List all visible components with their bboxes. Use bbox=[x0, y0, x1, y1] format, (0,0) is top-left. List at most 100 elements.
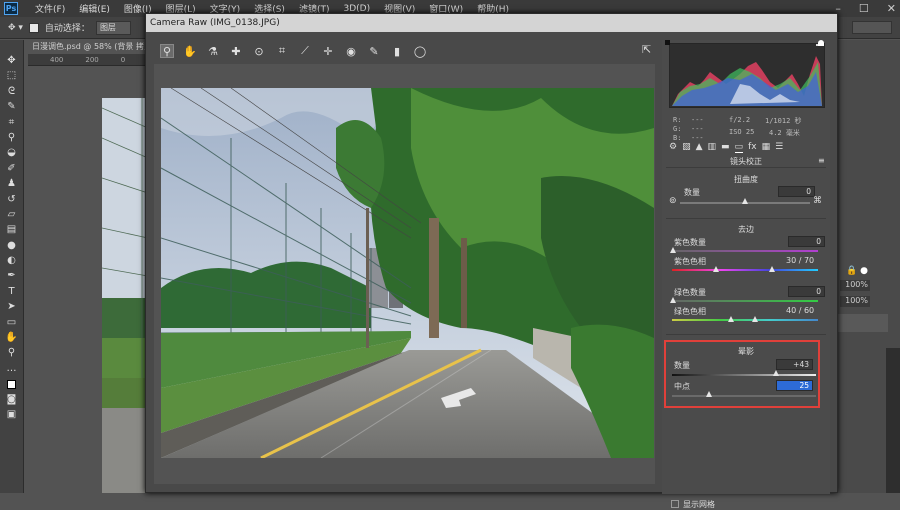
quick-select-tool-icon[interactable]: ✎ bbox=[5, 102, 19, 112]
purple-hue-thumb-left[interactable] bbox=[713, 266, 719, 272]
history-brush-icon[interactable]: ↺ bbox=[5, 194, 19, 205]
brush-tool-icon[interactable]: ✐ bbox=[5, 163, 19, 174]
lasso-tool-icon[interactable]: ᘓ bbox=[5, 86, 19, 97]
pincushion-icon: ⌘ bbox=[813, 196, 822, 206]
split-toning-tab-icon[interactable]: ▬ bbox=[721, 142, 730, 152]
eyedropper-tool-icon[interactable]: ⚲ bbox=[5, 132, 19, 143]
presets-tab-icon[interactable]: ☰ bbox=[775, 142, 783, 152]
preview-area bbox=[154, 64, 655, 484]
fill-field[interactable]: 100% bbox=[840, 296, 870, 307]
vignette-midpoint-field[interactable]: 25 bbox=[776, 380, 813, 391]
move-tool-icon[interactable]: ✥ bbox=[5, 56, 19, 66]
zoom-tool-icon[interactable]: ⚲ bbox=[160, 44, 174, 58]
maximize-icon[interactable]: ☐ bbox=[859, 2, 869, 15]
highlight-clipping-icon[interactable] bbox=[818, 40, 824, 46]
screen-mode-icon[interactable]: ▣ bbox=[5, 409, 19, 420]
marquee-tool-icon[interactable]: ⬚ bbox=[5, 71, 19, 81]
distortion-amount-field[interactable]: 0 bbox=[778, 186, 815, 197]
menu-edit[interactable]: 编辑(E) bbox=[72, 2, 117, 15]
basic-tab-icon[interactable]: ⚙ bbox=[669, 142, 677, 152]
vignette-amount-thumb[interactable] bbox=[773, 370, 779, 376]
show-grid-checkbox[interactable] bbox=[671, 500, 679, 508]
color-sampler-icon[interactable]: ✚ bbox=[229, 44, 243, 58]
iso: ISO 25 bbox=[729, 128, 755, 136]
crop-tool-icon[interactable]: ⌗ bbox=[5, 117, 19, 128]
zoom-tool-icon[interactable]: ⚲ bbox=[5, 348, 19, 358]
shadow-clipping-icon[interactable] bbox=[665, 40, 670, 45]
rectangle-tool-icon[interactable]: ▭ bbox=[5, 317, 19, 328]
healing-tool-icon[interactable]: ◒ bbox=[5, 148, 19, 158]
detail-tab-icon[interactable]: ▲ bbox=[696, 142, 703, 152]
layer-row[interactable] bbox=[838, 314, 888, 332]
photoshop-logo: Ps bbox=[4, 2, 18, 15]
ps-right-panels: 🔒 ● 100% 100% bbox=[838, 40, 900, 493]
blur-tool-icon[interactable]: ● bbox=[5, 240, 19, 251]
open-preferences-icon[interactable]: ⇱ bbox=[642, 43, 656, 57]
menu-3d[interactable]: 3D(D) bbox=[336, 4, 377, 14]
vignette-amount-slider[interactable] bbox=[672, 374, 816, 376]
camera-calibration-tab-icon[interactable]: ▦ bbox=[762, 142, 771, 152]
green-amount-field[interactable]: 0 bbox=[788, 286, 825, 297]
document-tab[interactable]: 日漫调色.psd @ 58% (背景 拷贝 2 bbox=[28, 40, 148, 54]
color-swatches[interactable] bbox=[5, 379, 19, 389]
distortion-slider-thumb[interactable] bbox=[742, 198, 748, 204]
auto-select-checkbox[interactable] bbox=[28, 22, 39, 33]
window-controls: – ☐ ✕ bbox=[835, 0, 896, 17]
vignette-amount-field[interactable]: +43 bbox=[776, 359, 813, 370]
pen-tool-icon[interactable]: ✒ bbox=[5, 271, 19, 281]
green-hue-slider[interactable] bbox=[672, 319, 818, 321]
gradient-tool-icon[interactable]: ▤ bbox=[5, 225, 19, 235]
move-tool-icon[interactable]: ✥ ▾ bbox=[8, 23, 23, 33]
purple-hue-thumb-right[interactable] bbox=[769, 266, 775, 272]
adjustment-brush-icon[interactable]: ✎ bbox=[367, 44, 381, 58]
g-label: G: bbox=[673, 125, 682, 133]
dialog-title: Camera Raw (IMG_0138.JPG) bbox=[146, 14, 837, 32]
green-hue-thumb-left[interactable] bbox=[728, 316, 734, 322]
vignette-midpoint-thumb[interactable] bbox=[706, 391, 712, 397]
purple-amount-field[interactable]: 0 bbox=[788, 236, 825, 247]
hand-tool-icon[interactable]: ✋ bbox=[5, 333, 19, 343]
effects-tab-icon[interactable]: fx bbox=[748, 142, 757, 152]
spot-removal-icon[interactable]: ✛ bbox=[321, 44, 335, 58]
hand-tool-icon[interactable]: ✋ bbox=[183, 44, 197, 58]
purple-hue-slider[interactable] bbox=[672, 269, 818, 271]
red-eye-icon[interactable]: ◉ bbox=[344, 44, 358, 58]
green-amount-slider[interactable] bbox=[672, 300, 818, 302]
stamp-tool-icon[interactable]: ♟ bbox=[5, 179, 19, 189]
white-balance-icon[interactable]: ⚗ bbox=[206, 44, 220, 58]
purple-amount-slider[interactable] bbox=[672, 250, 818, 252]
distortion-amount-label: 数量 bbox=[684, 188, 700, 197]
green-hue-label: 绿色色相 bbox=[674, 307, 706, 316]
opacity-field[interactable]: 100% bbox=[840, 280, 870, 291]
green-hue-value: 40 / 60 bbox=[786, 306, 815, 315]
tone-curve-tab-icon[interactable]: ▧ bbox=[682, 142, 691, 152]
panel-menu-icon[interactable]: ≡ bbox=[818, 156, 825, 165]
radial-filter-icon[interactable]: ◯ bbox=[413, 44, 427, 58]
eraser-tool-icon[interactable]: ▱ bbox=[5, 209, 19, 220]
purple-amount-thumb[interactable] bbox=[670, 247, 676, 253]
dodge-tool-icon[interactable]: ◐ bbox=[5, 256, 19, 266]
workspace-select[interactable] bbox=[852, 21, 892, 34]
menu-file[interactable]: 文件(F) bbox=[28, 2, 72, 15]
ruler-tick: 400 bbox=[50, 55, 64, 64]
green-amount-thumb[interactable] bbox=[670, 297, 676, 303]
auto-select-dropdown[interactable]: 图层 bbox=[95, 20, 131, 35]
straighten-icon[interactable]: ⟋ bbox=[298, 44, 312, 58]
defringe-heading: 去边 bbox=[738, 225, 754, 234]
graduated-filter-icon[interactable]: ▮ bbox=[390, 44, 404, 58]
type-tool-icon[interactable]: T bbox=[5, 286, 19, 297]
lock-icon[interactable]: 🔒 ● bbox=[846, 266, 868, 276]
targeted-adjust-icon[interactable]: ⊙ bbox=[252, 44, 266, 58]
g-value: --- bbox=[691, 125, 704, 133]
lens-corrections-tab-icon[interactable]: ▭ bbox=[734, 142, 744, 153]
crop-icon[interactable]: ⌗ bbox=[275, 44, 289, 58]
auto-select-label: 自动选择： bbox=[44, 24, 90, 34]
close-icon[interactable]: ✕ bbox=[887, 2, 896, 15]
more-tools-icon[interactable]: … bbox=[5, 363, 19, 374]
vignette-midpoint-slider[interactable] bbox=[672, 395, 816, 397]
hsl-tab-icon[interactable]: ▥ bbox=[708, 142, 717, 152]
shutter: 1/1012 秒 bbox=[765, 117, 802, 125]
green-hue-thumb-right[interactable] bbox=[752, 316, 758, 322]
quick-mask-icon[interactable]: ◙ bbox=[5, 394, 19, 405]
path-select-icon[interactable]: ➤ bbox=[5, 302, 19, 312]
